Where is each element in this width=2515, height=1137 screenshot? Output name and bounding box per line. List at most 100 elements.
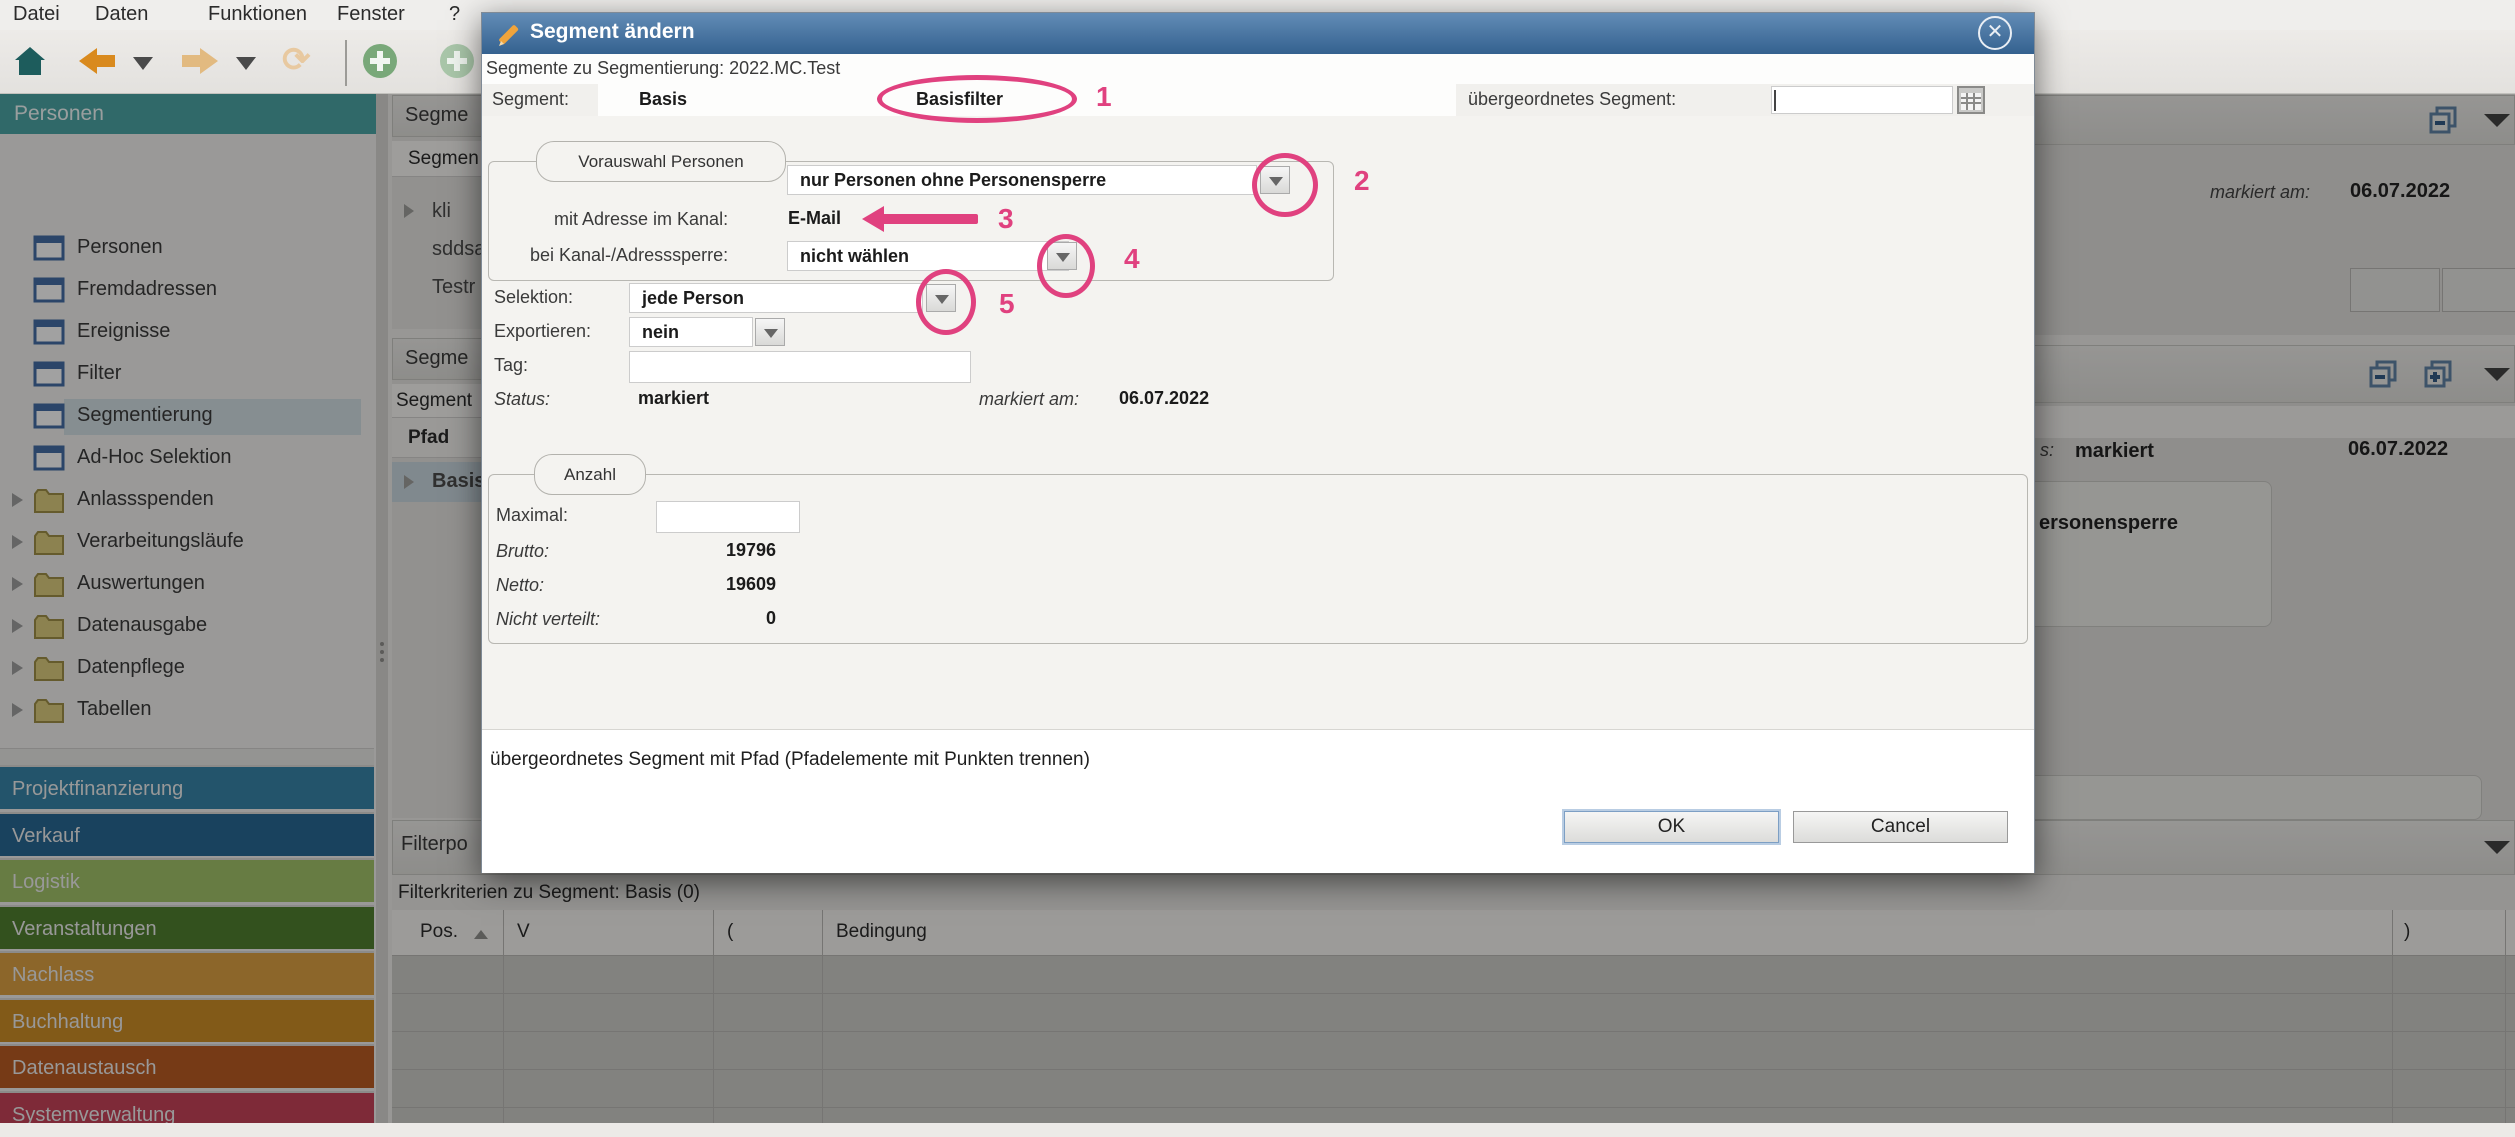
add-copy-icon[interactable] [438,42,476,80]
band-logistik[interactable]: Logistik [0,858,374,902]
sidebar-item-auswertungen[interactable]: Auswertungen [0,563,376,605]
menu-fenster[interactable]: Fenster [337,3,405,26]
expand-caret-icon[interactable] [12,619,23,633]
sidebar-item-fremdadressen[interactable]: Fremdadressen [0,269,376,311]
sidebar-item-verarbeitungslaeufe[interactable]: Verarbeitungsläufe [0,521,376,563]
expand-caret-icon[interactable] [12,535,23,549]
export-label: Exportieren: [494,321,591,342]
person-filter-dropdown[interactable]: nur Personen ohne Personensperre [787,165,1257,195]
band-veranstaltungen[interactable]: Veranstaltungen [0,905,374,949]
dialog-title-bar[interactable]: Segment ändern [482,13,2034,54]
bg-button[interactable] [2350,268,2440,312]
marked-at-label: markiert am: [979,389,1079,410]
col-bedingung[interactable]: Bedingung [836,921,927,943]
sidebar-splitter[interactable] [376,94,388,1123]
brutto-value: 19796 [656,540,776,561]
panel-menu-icon[interactable] [2484,114,2510,127]
sidebar-item-tabellen[interactable]: Tabellen [0,689,376,731]
col-pos[interactable]: Pos. [420,921,458,943]
panel-menu-icon[interactable] [2484,368,2510,381]
export-dropdown[interactable]: nein [629,317,753,347]
folder-icon [33,612,65,640]
sidebar: Personen Personen Fremdadressen Ereignis… [0,94,376,1123]
expand-caret-icon[interactable] [12,703,23,717]
ok-button[interactable]: OK [1564,811,1779,843]
add-icon[interactable] [361,42,399,80]
module-icon [33,403,65,429]
text-caret [1774,90,1776,111]
sidebar-item-segmentierung[interactable]: Segmentierung [0,395,376,437]
folder-icon [33,528,65,556]
back-dropdown-icon[interactable] [133,57,153,70]
segment-aendern-dialog: Segment ändern ✕ Segmente zu Segmentieru… [481,12,2035,873]
band-datenaustausch[interactable]: Datenaustausch [0,1044,374,1088]
channel-value: E-Mail [788,208,841,229]
sidebar-header[interactable]: Personen [0,94,376,134]
bg-status-date: 06.07.2022 [2348,438,2448,461]
dialog-subtitle: Segmente zu Segmentierung: 2022.MC.Test [486,58,840,79]
col-v[interactable]: V [517,921,530,943]
back-icon[interactable] [77,44,117,78]
cancel-button[interactable]: Cancel [1793,811,2008,843]
band-systemverwaltung[interactable]: Systemverwaltung [0,1091,374,1123]
sidebar-item-datenausgabe[interactable]: Datenausgabe [0,605,376,647]
refresh-icon[interactable]: ⟳ [282,40,311,80]
module-icon [33,235,65,261]
menu-funktionen[interactable]: Funktionen [208,3,307,26]
sidebar-item-ereignisse[interactable]: Ereignisse [0,311,376,353]
collapse-panel-icon[interactable] [2429,106,2459,136]
menu-datei[interactable]: Datei [13,3,60,26]
sidebar-item-filter[interactable]: Filter [0,353,376,395]
selection-dropdown[interactable]: jede Person [629,283,923,313]
vorauswahl-legend[interactable]: Vorauswahl Personen [536,141,786,182]
annotation-arrow-head-3 [862,206,884,232]
annotation-circle-4 [1037,234,1095,298]
sidebar-item-adhoc-selektion[interactable]: Ad-Hoc Selektion [0,437,376,479]
sort-asc-icon[interactable] [474,930,488,939]
bg-row-sdds[interactable]: sddsa [432,238,485,261]
band-nachlass[interactable]: Nachlass [0,951,374,995]
col-open-paren[interactable]: ( [727,921,733,943]
forward-dropdown-icon[interactable] [236,57,256,70]
bg-button[interactable] [2442,268,2515,312]
table-picker-icon[interactable] [1956,85,1986,115]
home-icon[interactable] [13,44,47,78]
band-projektfinanzierung[interactable]: Projektfinanzierung [0,765,374,809]
parent-segment-input[interactable] [1771,86,1953,114]
band-verkauf[interactable]: Verkauf [0,812,374,856]
expand-caret-icon[interactable] [404,204,414,218]
close-icon[interactable]: ✕ [1978,16,2012,50]
expand-panel-icon[interactable] [2424,360,2454,390]
bg-marked-date: 06.07.2022 [2350,180,2450,203]
menu-help[interactable]: ? [449,3,460,26]
bg-row-kli[interactable]: kli [432,200,451,223]
module-icon [33,445,65,471]
maximal-input[interactable] [656,501,800,533]
bg-row-testr[interactable]: Testr [432,276,475,299]
tag-input[interactable] [629,351,971,383]
panel-menu-icon[interactable] [2484,841,2510,854]
anzahl-legend[interactable]: Anzahl [534,454,646,495]
tag-label: Tag: [494,355,528,376]
block-dropdown[interactable]: nicht wählen [787,241,1069,271]
expand-caret-icon[interactable] [12,577,23,591]
forward-icon[interactable] [180,44,220,78]
expand-caret-icon[interactable] [12,661,23,675]
marked-at-date: 06.07.2022 [1119,388,1209,409]
sidebar-item-anlassspenden[interactable]: Anlassspenden [0,479,376,521]
band-buchhaltung[interactable]: Buchhaltung [0,998,374,1042]
bg-status-value: markiert [2075,440,2154,463]
menu-daten[interactable]: Daten [95,3,148,26]
folder-icon [33,654,65,682]
col-close-paren[interactable]: ) [2404,921,2410,943]
netto-label: Netto: [496,575,544,596]
module-icon [33,319,65,345]
export-dropdown-button[interactable] [755,318,785,346]
block-label: bei Kanal-/Adresssperre: [530,245,728,266]
collapse-panel-icon[interactable] [2369,360,2399,390]
sidebar-item-datenpflege[interactable]: Datenpflege [0,647,376,689]
sidebar-item-personen[interactable]: Personen [0,227,376,269]
annotation-ellipse-1 [877,75,1077,123]
expand-caret-icon[interactable] [12,493,23,507]
bg-status-fragment: s: [2040,440,2054,461]
